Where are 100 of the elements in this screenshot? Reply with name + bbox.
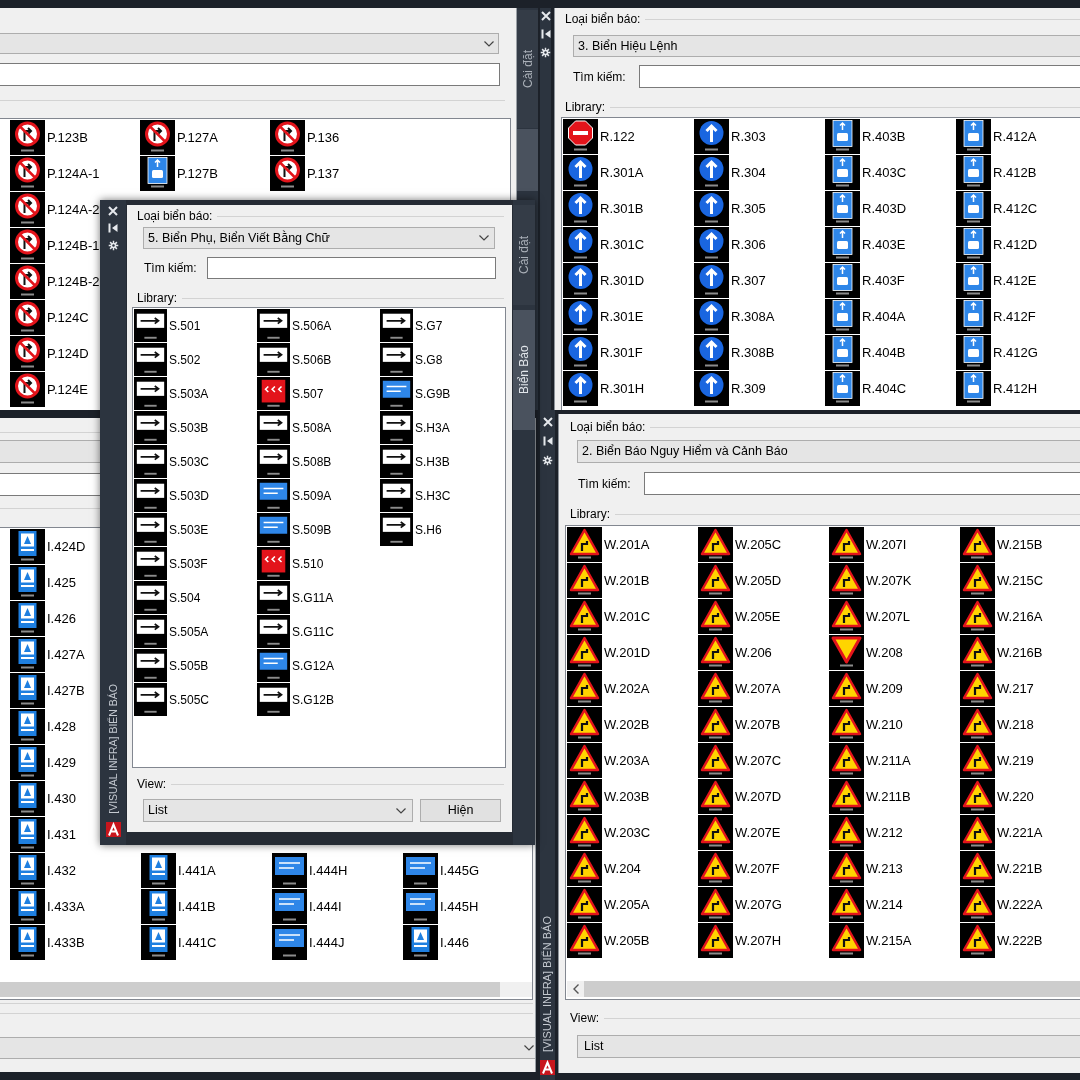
sign-list-item[interactable]: S.503B (134, 411, 209, 444)
sign-list-item[interactable]: W.211A (829, 743, 911, 778)
sign-list-item[interactable]: I.433A (10, 889, 85, 924)
side-tab[interactable]: Cài đặt (517, 10, 538, 128)
sign-list-item[interactable]: W.201C (567, 599, 651, 634)
sign-list-item[interactable]: W.202B (567, 707, 650, 742)
sign-list-item[interactable]: W.207D (698, 779, 782, 814)
sign-list-item[interactable]: R.303 (694, 119, 766, 154)
sign-list-item[interactable]: W.215C (960, 563, 1044, 598)
sign-list-item[interactable]: W.203A (567, 743, 650, 778)
sign-list-item[interactable]: W.216A (960, 599, 1043, 634)
sign-list-item[interactable]: R.412B (956, 155, 1037, 190)
sign-list-item[interactable]: S.G8 (380, 343, 443, 376)
sign-list-item[interactable]: W.213 (829, 851, 903, 886)
sign-list-item[interactable]: I.444J (272, 925, 345, 960)
sign-list-item[interactable]: I.433B (10, 925, 85, 960)
sign-list-item[interactable]: S.505C (134, 683, 210, 716)
sign-type-dropdown[interactable]: 2. Biển Báo Nguy Hiểm và Cảnh Báo (577, 440, 1080, 463)
sign-list-item[interactable]: W.207H (698, 923, 782, 958)
sign-list-item[interactable]: W.215B (960, 527, 1043, 562)
sign-list-item[interactable]: R.309 (694, 371, 766, 406)
sign-list-item[interactable]: R.412F (956, 299, 1036, 334)
sign-list-item[interactable]: S.509B (257, 513, 332, 546)
sign-list-item[interactable]: P.124B-2 (10, 264, 100, 299)
settings-icon[interactable] (542, 455, 553, 466)
sign-list-item[interactable]: R.404C (825, 371, 907, 406)
sign-list-item[interactable]: I.441C (141, 925, 217, 960)
sign-list-item[interactable]: W.216B (960, 635, 1043, 670)
sign-list-item[interactable]: S.503A (134, 377, 209, 410)
sign-list-item[interactable]: I.424D (10, 529, 86, 564)
search-field[interactable] (644, 472, 1080, 495)
show-button[interactable]: Hiện (420, 799, 501, 822)
sign-list-item[interactable]: W.207A (698, 671, 781, 706)
sign-list-item[interactable]: P.123B (10, 120, 88, 155)
sign-list-item[interactable]: S.502 (134, 343, 201, 376)
sign-list-item[interactable]: P.124D (10, 336, 89, 371)
settings-icon[interactable] (540, 47, 551, 58)
sign-list-item[interactable]: I.425 (10, 565, 76, 600)
sign-list-item[interactable]: S.505B (134, 649, 209, 682)
sign-list-item[interactable]: I.427B (10, 673, 85, 708)
sign-list-item[interactable]: W.219 (960, 743, 1034, 778)
sign-list-item[interactable]: R.403F (825, 263, 905, 298)
sign-list-item[interactable]: S.504 (134, 581, 201, 614)
sign-list-item[interactable]: S.505A (134, 615, 209, 648)
sign-list-item[interactable]: S.510 (257, 547, 324, 580)
sign-list-item[interactable]: R.308A (694, 299, 775, 334)
sign-list-item[interactable]: W.205B (567, 923, 650, 958)
sign-list-item[interactable]: W.207G (698, 887, 782, 922)
sign-list-item[interactable]: W.206 (698, 635, 772, 670)
settings-icon[interactable] (107, 240, 119, 251)
sign-list-item[interactable]: R.404A (825, 299, 906, 334)
sign-list-item[interactable]: W.207L (829, 599, 911, 634)
collapse-icon[interactable] (108, 223, 118, 233)
sign-list-item[interactable]: R.122 (563, 119, 635, 154)
sign-list-item[interactable]: W.222B (960, 923, 1043, 958)
sign-list-item[interactable]: I.441B (141, 889, 216, 924)
sign-list-item[interactable]: S.503F (134, 547, 208, 580)
sign-list-item[interactable]: R.307 (694, 263, 766, 298)
sign-list-item[interactable]: P.124A-1 (10, 156, 100, 191)
sign-list-item[interactable]: W.214 (829, 887, 903, 922)
chevron-left-icon[interactable] (572, 984, 579, 994)
sign-list-item[interactable]: S.G12B (257, 683, 335, 716)
side-tab[interactable]: Biển Báo (513, 310, 535, 430)
sign-list-item[interactable]: R.412C (956, 191, 1038, 226)
sign-list-item[interactable]: W.207B (698, 707, 781, 742)
sign-list-item[interactable]: P.137 (270, 156, 340, 191)
sign-list-item[interactable]: R.412D (956, 227, 1038, 262)
sign-list-item[interactable]: P.127A (140, 120, 218, 155)
sign-list-item[interactable]: W.222A (960, 887, 1043, 922)
sign-list-item[interactable]: W.203B (567, 779, 650, 814)
sign-list-item[interactable]: I.444I (272, 889, 342, 924)
sign-list-item[interactable]: P.127B (140, 156, 218, 191)
search-field[interactable] (0, 63, 500, 86)
close-icon[interactable] (542, 417, 553, 427)
view-mode-dropdown[interactable]: List (577, 1035, 1080, 1058)
sign-list-item[interactable]: W.205C (698, 527, 782, 562)
sign-list-item[interactable]: S.508B (257, 445, 332, 478)
sign-list-item[interactable]: W.205D (698, 563, 782, 598)
collapse-icon[interactable] (542, 436, 553, 446)
sign-list-item[interactable]: W.207F (698, 851, 780, 886)
collapse-icon[interactable] (540, 29, 551, 39)
sign-list-item[interactable]: S.503D (134, 479, 210, 512)
sign-list-item[interactable]: S.H3B (380, 445, 450, 478)
sign-list-item[interactable]: R.412H (956, 371, 1038, 406)
sign-list-item[interactable]: I.426 (10, 601, 76, 636)
sign-list-item[interactable]: I.428 (10, 709, 76, 744)
sign-list-item[interactable]: R.308B (694, 335, 775, 370)
sign-list-item[interactable]: P.136 (270, 120, 340, 155)
sign-list-item[interactable]: W.201A (567, 527, 650, 562)
sign-list-item[interactable]: R.301A (563, 155, 644, 190)
sign-list-item[interactable]: S.503E (134, 513, 209, 546)
sign-list-item[interactable]: P.124E (10, 372, 88, 407)
sign-list-item[interactable]: R.305 (694, 191, 766, 226)
sign-list-item[interactable]: S.G12A (257, 649, 335, 682)
sign-list-item[interactable]: R.412E (956, 263, 1037, 298)
sign-list-item[interactable]: S.506A (257, 309, 332, 342)
sign-list-item[interactable]: W.204 (567, 851, 641, 886)
sign-list-item[interactable]: W.211B (829, 779, 911, 814)
sign-type-dropdown[interactable]: 3. Biển Hiệu Lệnh (573, 35, 1080, 57)
sign-list-item[interactable]: W.217 (960, 671, 1034, 706)
